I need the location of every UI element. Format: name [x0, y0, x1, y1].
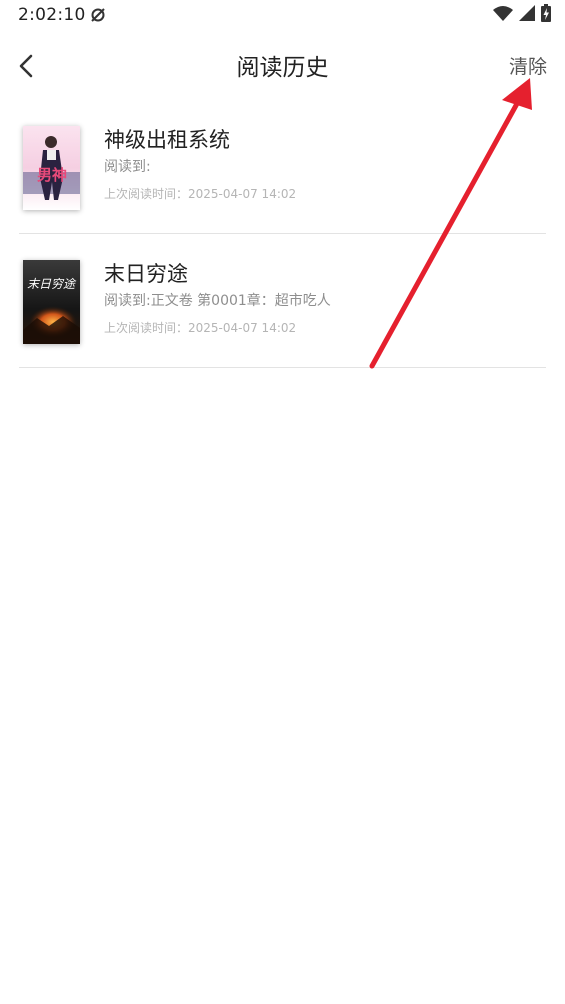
cell-signal-icon [519, 5, 535, 25]
cover-lettering: 男神 [37, 166, 67, 184]
cover-lettering: 末日穷途 [27, 277, 77, 291]
status-bar: 2:02:10 [0, 0, 565, 32]
book-title: 末日穷途 [104, 262, 188, 286]
book-title: 神级出租系统 [104, 128, 230, 152]
history-list: 男神 神级出租系统 阅读到: 上次阅读时间：2025-04-07 14:02 末… [0, 100, 565, 368]
battery-charging-icon [541, 4, 551, 26]
status-time: 2:02:10 [18, 5, 86, 25]
history-item[interactable]: 男神 神级出租系统 阅读到: 上次阅读时间：2025-04-07 14:02 [19, 100, 546, 234]
last-read-time: 上次阅读时间：2025-04-07 14:02 [104, 321, 297, 335]
page-title: 阅读历史 [236, 55, 329, 81]
read-progress: 阅读到: [104, 159, 151, 175]
status-icons [493, 4, 551, 26]
clear-button[interactable]: 清除 [509, 52, 547, 79]
history-item[interactable]: 末日穷途 末日穷途 阅读到:正文卷 第0001章：超市吃人 上次阅读时间：202… [19, 234, 546, 368]
read-progress: 阅读到:正文卷 第0001章：超市吃人 [104, 293, 331, 309]
notification-icon [90, 7, 106, 23]
last-read-time: 上次阅读时间：2025-04-07 14:02 [104, 187, 297, 201]
wifi-icon [493, 5, 513, 25]
book-cover: 末日穷途 [23, 260, 80, 344]
app-header: 阅读历史 清除 [0, 34, 565, 98]
book-cover: 男神 [23, 126, 80, 210]
